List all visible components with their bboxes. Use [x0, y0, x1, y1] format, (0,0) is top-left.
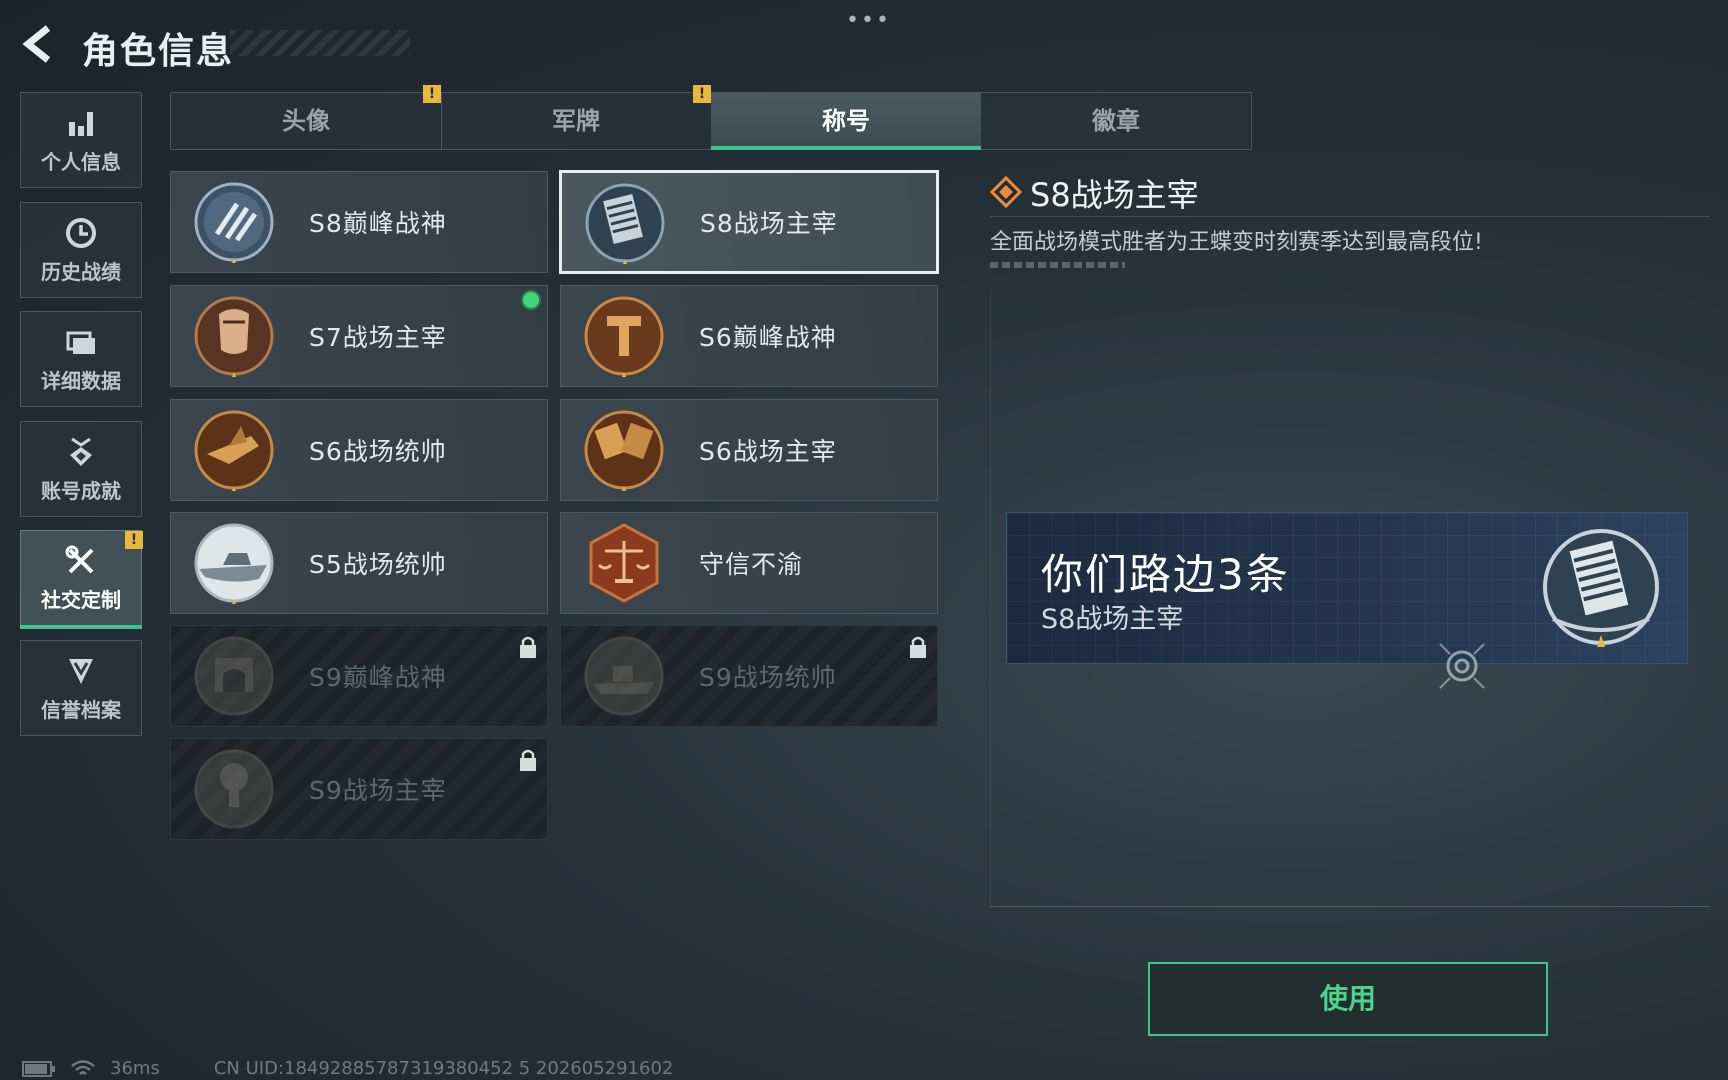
sidebar-item-label: 详细数据 [41, 368, 121, 393]
sidebar-item-label: 账号成就 [41, 478, 121, 503]
page-title: 角色信息 [82, 31, 235, 72]
sidebar-item-label: 社交定制 [41, 587, 121, 612]
shield-chevron-icon [69, 658, 93, 684]
player-title: S8战场主宰 [1041, 604, 1184, 635]
title-card-label: S9巅峰战神 [309, 663, 447, 692]
divider [990, 906, 1710, 907]
title-card-label: S6战场统帅 [309, 437, 447, 466]
crosshair-icon [1439, 643, 1485, 689]
more-button[interactable]: ••• [846, 8, 891, 33]
tab-badge[interactable]: 徽章 [981, 93, 1251, 149]
s6-commander-emblem-icon [194, 410, 274, 491]
detail-title: S8战场主宰 [1030, 176, 1199, 214]
title-card-locked[interactable]: S9巅峰战神 [170, 625, 548, 727]
title-card[interactable]: S8巅峰战神 [170, 171, 548, 273]
sidebar-item-history[interactable]: 历史战绩 [20, 202, 142, 298]
detail-description: 全面战场模式胜者为王蝶变时刻赛季达到最高段位! [990, 230, 1483, 255]
lock-icon [910, 636, 926, 658]
title-card[interactable]: S6战场统帅 [170, 399, 548, 501]
tab-label: 头像 [282, 107, 330, 135]
s5-commander-emblem-icon [194, 523, 274, 604]
sidebar-item-personal-info[interactable]: 个人信息 [20, 92, 142, 188]
title-card-label: S5战场统帅 [309, 550, 447, 579]
sidebar-item-achievements[interactable]: 账号成就 [20, 421, 142, 517]
title-card-label: 守信不渝 [699, 550, 804, 579]
use-button[interactable]: 使用 [1148, 962, 1548, 1036]
tab-label: 军牌 [552, 107, 600, 135]
bar-chart-icon [69, 111, 93, 136]
title-card[interactable]: 守信不渝 [560, 512, 938, 614]
folder-icon [66, 331, 95, 354]
title-decoration [230, 30, 410, 56]
s8-dominator-emblem-icon [1543, 529, 1659, 647]
s6-peak-emblem-icon [584, 296, 664, 377]
player-name: 你们路边3条 [1041, 550, 1290, 599]
medal-icon [70, 437, 92, 466]
title-card-label: S9战场主宰 [309, 776, 447, 805]
alert-badge: ! [693, 85, 711, 103]
s9-peak-emblem-icon [194, 636, 274, 716]
ping-text: 36ms [110, 1058, 160, 1079]
lock-icon [520, 749, 536, 771]
tab-title[interactable]: 称号 [711, 93, 981, 150]
title-card[interactable]: S5战场统帅 [170, 512, 548, 614]
equipped-indicator [521, 290, 541, 310]
title-card-label: S6巅峰战神 [699, 323, 837, 352]
tab-dog-tag[interactable]: 军牌 ! [441, 85, 712, 149]
title-card-locked[interactable]: S9战场主宰 [170, 738, 548, 840]
tab-label: 徽章 [1092, 107, 1140, 135]
back-button[interactable] [18, 22, 62, 66]
sidebar-item-social-custom[interactable]: 社交定制 ! [20, 530, 143, 629]
title-card-label: S7战场主宰 [309, 323, 447, 352]
sidebar-item-label: 历史战绩 [41, 259, 121, 284]
title-card-label: S6战场主宰 [699, 437, 837, 466]
lock-icon [520, 636, 536, 658]
title-card[interactable]: S6战场主宰 [560, 399, 938, 501]
title-diamond-icon [990, 176, 1022, 208]
divider [990, 216, 1710, 217]
title-card[interactable]: S6巅峰战神 [560, 285, 938, 387]
title-card-label: S8巅峰战神 [309, 209, 447, 238]
decorative-dashes [990, 262, 1125, 268]
battery-icon [22, 1060, 55, 1077]
alert-badge: ! [423, 85, 441, 103]
sidebar-item-label: 信誉档案 [41, 697, 121, 722]
tab-avatar[interactable]: 头像 ! [171, 85, 442, 149]
s9-commander-emblem-icon [584, 636, 664, 716]
sidebar-item-detail-data[interactable]: 详细数据 [20, 311, 142, 407]
s7-dominator-emblem-icon [194, 296, 274, 377]
sidebar-item-label: 个人信息 [41, 149, 121, 174]
uid-text: CN UID:18492885787319380452 5 2026052916… [213, 1058, 674, 1079]
clock-icon [66, 217, 96, 248]
nameplate-preview: 你们路边3条 S8战场主宰 [1006, 512, 1688, 664]
title-card-equipped[interactable]: S7战场主宰 [170, 285, 548, 387]
s6-dominator-emblem-icon [584, 410, 664, 491]
s9-dominator-emblem-icon [194, 749, 274, 829]
title-card-label: S9战场统帅 [699, 663, 837, 692]
tab-label: 称号 [822, 107, 870, 135]
tab-bar: 头像 ! 军牌 ! 称号 徽章 [170, 85, 1252, 150]
title-card-locked[interactable]: S9战场统帅 [560, 625, 938, 727]
wifi-icon [71, 1059, 95, 1075]
tools-icon [65, 545, 94, 573]
s8-peak-emblem-icon [194, 182, 274, 263]
alert-badge: ! [125, 531, 143, 549]
title-card-label: S8战场主宰 [700, 209, 838, 238]
status-bar: 36ms CN UID:18492885787319380452 5 20260… [22, 1058, 673, 1079]
scales-emblem-icon [589, 523, 659, 603]
title-card-selected[interactable]: S8战场主宰 [559, 170, 939, 274]
sidebar-item-credit-file[interactable]: 信誉档案 [20, 640, 142, 736]
s8-dominator-emblem-icon [585, 183, 665, 264]
